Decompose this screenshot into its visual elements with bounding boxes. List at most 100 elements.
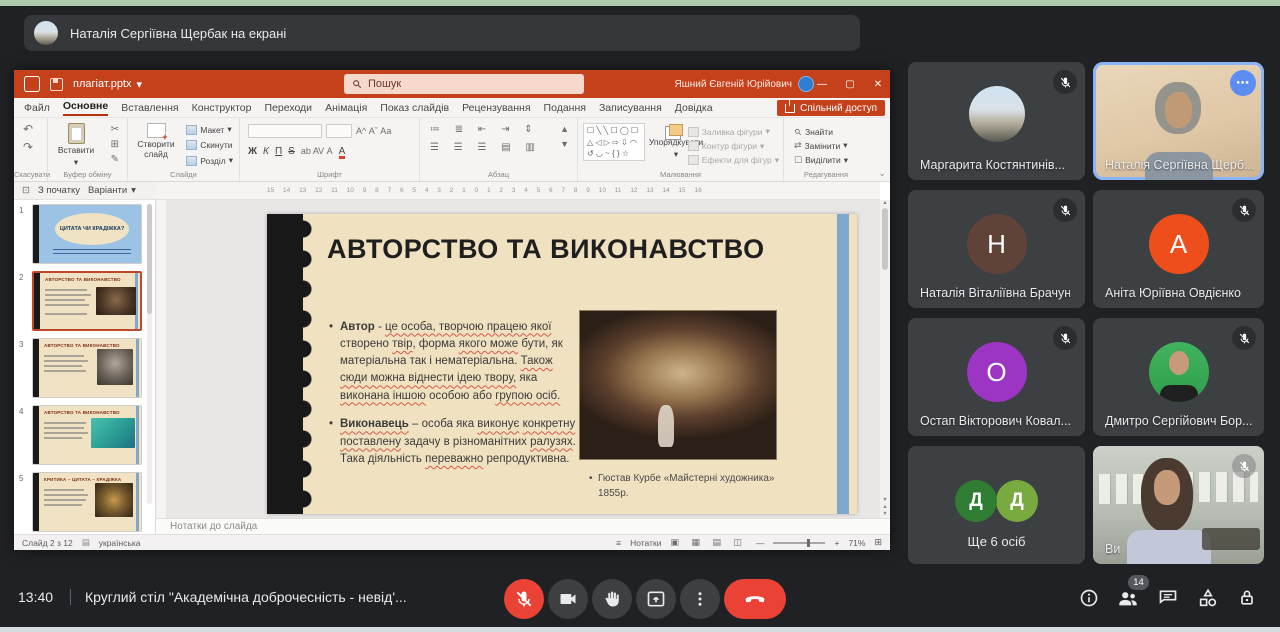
replace-button[interactable]: ⇄ Замінити ▾	[794, 140, 848, 151]
avatar-initial: Н	[967, 214, 1027, 274]
reset-button[interactable]: Скинути	[186, 140, 233, 150]
mic-toggle-button[interactable]	[504, 579, 544, 619]
current-slide[interactable]: АВТОРСТВО ТА ВИКОНАВСТВО •Автор - це осо…	[267, 214, 857, 514]
from-beginning-button[interactable]: З початку	[38, 185, 80, 196]
slide-thumbnail-5[interactable]: КРИТИКА – ЦИТАТА – КРАДІЖКА	[32, 472, 142, 532]
tab-transitions[interactable]: Переходи	[264, 102, 312, 114]
view-buttons[interactable]: ▣ ▦ ▤ ◫	[670, 537, 747, 548]
participant-tile-natalia-brachun[interactable]: Н Наталія Віталіївна Брачун	[908, 190, 1085, 308]
activities-button[interactable]	[1196, 586, 1220, 610]
underline-button[interactable]: П	[275, 146, 282, 157]
participant-tile-natalia-presenter[interactable]: ⋯ Наталія Сергіївна Щерб...	[1093, 62, 1264, 180]
tab-slideshow[interactable]: Показ слайдів	[380, 102, 449, 114]
participant-count-badge: 14	[1128, 575, 1149, 590]
slide-thumbnail-1[interactable]: ЦИТАТА ЧИ КРАДІЖКА?	[32, 204, 142, 264]
section-button[interactable]: Розділ ▾	[186, 155, 233, 166]
save-icon[interactable]	[50, 78, 63, 91]
shape-effects-button[interactable]: Ефекти для фігур ▾	[688, 155, 779, 166]
tab-review[interactable]: Рецензування	[462, 102, 530, 114]
bold-button[interactable]: Ж	[248, 146, 257, 157]
scroll-down-icon[interactable]: ▼	[882, 497, 887, 503]
slide-thumbnail-2-selected[interactable]: АВТОРСТВО ТА ВИКОНАВСТВО	[32, 271, 142, 331]
account-area[interactable]: Яшний Євгеній Юрійович	[675, 70, 814, 98]
slide-thumbnail-4[interactable]: АВТОРСТВО ТА ВИКОНАВСТВО	[32, 405, 142, 465]
align-text-icon[interactable]: ▼	[560, 139, 569, 149]
language-indicator[interactable]: українська	[99, 538, 141, 548]
select-button[interactable]: ☐ Виділити ▾	[794, 155, 848, 166]
list-indent-icons[interactable]: ≔ ≣ ⇤ ⇥ ⇕	[430, 124, 541, 135]
tab-help[interactable]: Довідка	[675, 102, 713, 114]
chevron-down-icon: ▾	[843, 140, 847, 151]
tab-record[interactable]: Записування	[599, 102, 662, 114]
notes-toggle-icon[interactable]: ≡	[616, 538, 621, 548]
italic-button[interactable]: К	[263, 146, 269, 157]
previous-slide-icon[interactable]: ▲	[882, 504, 887, 510]
self-video-tile[interactable]: Ви	[1093, 446, 1264, 564]
participant-tile-ostap[interactable]: О Остап Вікторович Ковал...	[908, 318, 1085, 436]
chevron-down-icon: ▾	[227, 124, 231, 135]
participant-tile-margaryta[interactable]: Маргарита Костянтинів...	[908, 62, 1085, 180]
end-call-button[interactable]	[724, 579, 786, 619]
zoom-slider[interactable]	[773, 542, 825, 544]
notes-pane[interactable]: Нотатки до слайда	[156, 518, 890, 534]
tab-view[interactable]: Подання	[544, 102, 586, 114]
spellcheck-icon[interactable]: ▤	[82, 537, 90, 548]
redo-icon[interactable]: ↷	[23, 140, 33, 154]
alignment-icons[interactable]: ☰ ☰ ☰ ▤ ▥	[430, 142, 541, 153]
more-options-button[interactable]	[680, 579, 720, 619]
undo-icon[interactable]: ↶	[23, 122, 33, 136]
participant-tile-anita[interactable]: А Аніта Юріївна Овдієнко	[1093, 190, 1264, 308]
tab-insert[interactable]: Вставлення	[121, 102, 178, 114]
tab-home[interactable]: Основне	[63, 100, 108, 116]
shape-outline-button[interactable]: Контур фігури ▾	[688, 141, 779, 152]
shape-fill-button[interactable]: Заливка фігури ▾	[688, 126, 779, 137]
tab-design[interactable]: Конструктор	[192, 102, 252, 114]
raise-hand-button[interactable]	[592, 579, 632, 619]
camera-toggle-button[interactable]	[548, 579, 588, 619]
participant-tile-dmytro[interactable]: Дмитро Сергійович Бор...	[1093, 318, 1264, 436]
present-screen-button[interactable]	[636, 579, 676, 619]
notes-toggle[interactable]: Нотатки	[630, 538, 661, 548]
new-slide-button[interactable]: Створити слайд	[133, 123, 179, 160]
layout-button[interactable]: Макет ▾	[186, 124, 233, 135]
fit-slide-button[interactable]: ⊞	[874, 537, 882, 548]
maximize-button[interactable]: ▢	[844, 79, 856, 90]
chat-button[interactable]	[1156, 586, 1180, 610]
vertical-ruler	[156, 200, 167, 518]
scroll-up-icon[interactable]: ▲	[882, 200, 887, 206]
zoom-in-button[interactable]: +	[834, 538, 839, 548]
minimize-button[interactable]: —	[816, 79, 828, 90]
scrollbar-thumb[interactable]	[882, 208, 888, 270]
canvas-scrollbar[interactable]: ▲ ▼ ▲ ▼	[880, 200, 890, 518]
text-direction-icon[interactable]: ▲	[560, 124, 569, 134]
close-button[interactable]: ✕	[872, 79, 884, 90]
search-input[interactable]: Пошук	[344, 74, 584, 94]
overflow-participants-tile[interactable]: Д Д Ще 6 осіб	[908, 446, 1085, 564]
share-access-button[interactable]: Спільний доступ	[777, 100, 885, 116]
strikethrough-button[interactable]: S	[288, 146, 295, 157]
cut-icon[interactable]: ✂	[111, 124, 119, 135]
font-color-button[interactable]: А	[339, 147, 346, 159]
collapse-ribbon-icon[interactable]: ⌄	[878, 168, 886, 179]
meeting-details-button[interactable]	[1077, 586, 1101, 610]
zoom-out-button[interactable]: —	[756, 538, 765, 548]
thumbnail-scrollbar[interactable]	[147, 204, 152, 504]
find-button[interactable]: Знайти	[794, 127, 848, 137]
text-effects-icons[interactable]: ab AV А	[301, 146, 333, 156]
font-grow-shrink-icons[interactable]: А^ Аˇ Аа	[356, 126, 391, 136]
tab-file[interactable]: Файл	[24, 102, 50, 114]
variants-dropdown[interactable]: Варіанти ▾	[88, 185, 136, 196]
next-slide-icon[interactable]: ▼	[882, 511, 887, 517]
file-name[interactable]: плагіат.pptx ▾	[73, 78, 142, 91]
format-painter-icon[interactable]: ✎	[111, 154, 119, 165]
zoom-level[interactable]: 71%	[848, 538, 865, 548]
font-name-box[interactable]	[248, 124, 322, 138]
copy-icon[interactable]: ⊞	[111, 139, 119, 150]
paste-button[interactable]: Вставити ▾	[56, 123, 96, 168]
host-controls-button[interactable]	[1235, 586, 1259, 610]
slide-thumbnail-3[interactable]: АВТОРСТВО ТА ВИКОНАВСТВО	[32, 338, 142, 398]
tab-animations[interactable]: Анімація	[325, 102, 367, 114]
tile-options-button[interactable]: ⋯	[1230, 70, 1256, 96]
shapes-gallery[interactable]: ☐ ╲ ╲ ☐ ◯ ☐ △ ◁ ▷ ⇨ ⇩ ◠ ↺ ◡ ~ { } ☆	[583, 123, 645, 161]
font-size-box[interactable]	[326, 124, 352, 138]
